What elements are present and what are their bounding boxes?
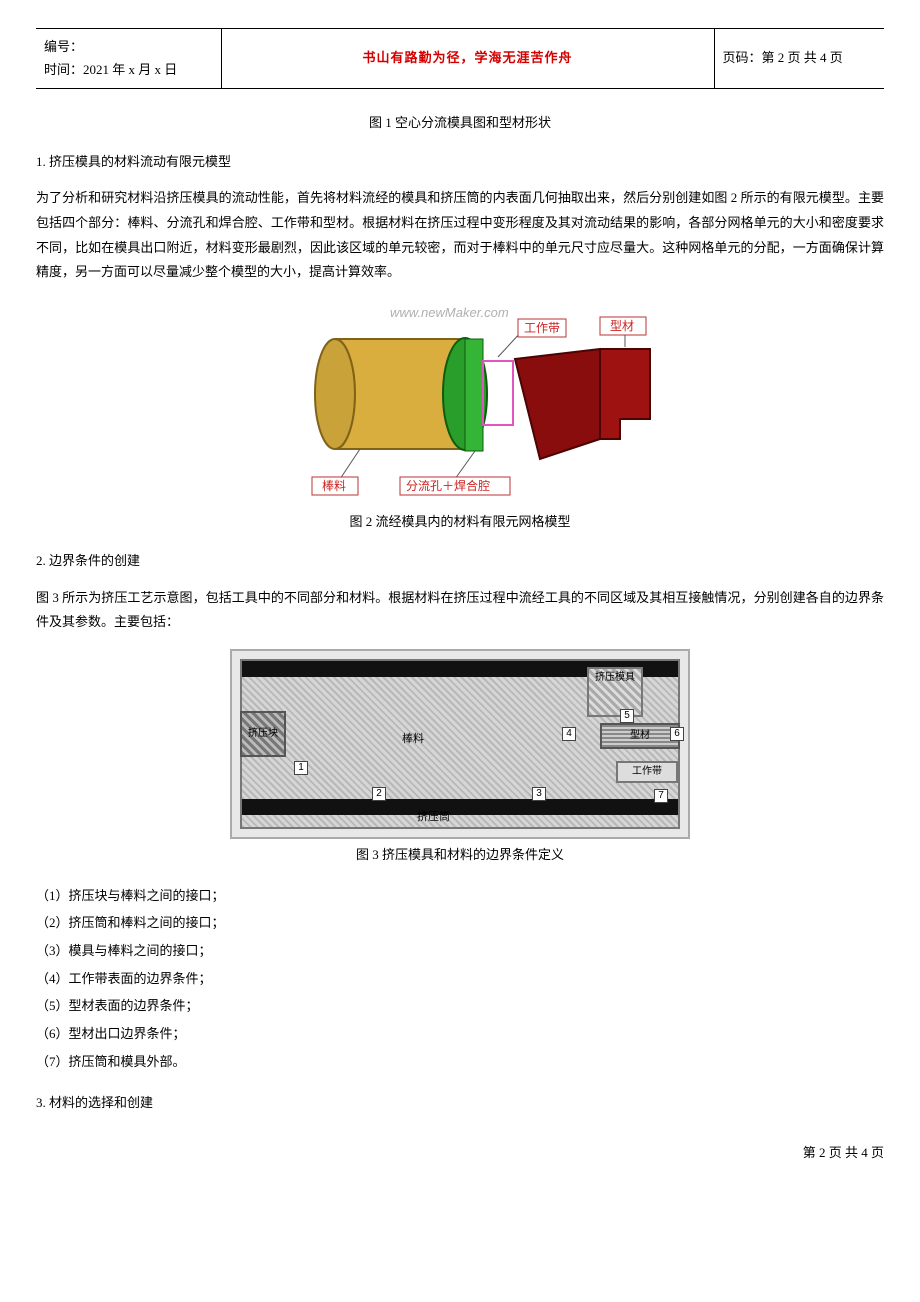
- fig2-label-porthole: 分流孔＋焊合腔: [406, 478, 490, 493]
- leader-line-icon: [340, 449, 360, 479]
- fig3-container-label: 挤压筒: [417, 809, 450, 827]
- figure-2-wrap: www.newMaker.com 工作带 型材 棒料 分流孔＋焊合腔: [36, 299, 884, 506]
- figure-3-wrap: www.newMaker.com 挤压块 棒料 挤压模具 型材 工作带 挤压筒 …: [36, 649, 884, 839]
- doc-number-label: 编号：: [44, 35, 213, 58]
- fig3-profile-label: 型材: [630, 728, 650, 744]
- page-footer: 第 2 页 共 4 页: [36, 1143, 884, 1164]
- fig3-workband-label: 工作带: [632, 764, 662, 780]
- figure-2-svg: www.newMaker.com 工作带 型材 棒料 分流孔＋焊合腔: [240, 299, 680, 499]
- figure-3-diagram: www.newMaker.com 挤压块 棒料 挤压模具 型材 工作带 挤压筒 …: [230, 649, 690, 839]
- press-block-icon: 挤压块: [240, 711, 286, 757]
- header-page-label: 页码：第 2 页 共 4 页: [714, 29, 884, 89]
- figure-2-caption: 图 2 流经模具内的材料有限元网格模型: [36, 512, 884, 533]
- figure-1-caption: 图 1 空心分流模具图和型材形状: [36, 113, 884, 134]
- fig3-num-6: 6: [670, 727, 684, 741]
- section-2-title: 2. 边界条件的创建: [36, 551, 884, 572]
- container-bottom-icon: [242, 799, 678, 815]
- fig2-label-workband: 工作带: [524, 321, 560, 335]
- list-item-2: （2）挤压筒和棒料之间的接口；: [36, 911, 884, 936]
- workband-block-icon: 工作带: [616, 761, 678, 783]
- profile-block-icon: 型材: [600, 723, 680, 749]
- figure-3-caption: 图 3 挤压模具和材料的边界条件定义: [36, 845, 884, 866]
- fig3-num-7: 7: [654, 789, 668, 803]
- header-motto: 书山有路勤为径，学海无涯苦作舟: [221, 29, 714, 89]
- leader-line-icon: [455, 451, 475, 479]
- section-3-title: 3. 材料的选择和创建: [36, 1093, 884, 1114]
- list-item-3: （3）模具与棒料之间的接口；: [36, 939, 884, 964]
- fig3-press-label: 挤压块: [248, 726, 278, 742]
- figure-2-watermark: www.newMaker.com: [390, 305, 509, 320]
- fig2-label-billet: 棒料: [322, 479, 346, 493]
- list-item-1: （1）挤压块与棒料之间的接口；: [36, 884, 884, 909]
- fig3-num-1: 1: [294, 761, 308, 775]
- die-block-icon: 挤压模具: [587, 667, 643, 717]
- section-2-paragraph: 图 3 所示为挤压工艺示意图，包括工具中的不同部分和材料。根据材料在挤压过程中流…: [36, 586, 884, 635]
- section-1-title: 1. 挤压模具的材料流动有限元模型: [36, 152, 884, 173]
- section-1-paragraph: 为了分析和研究材料沿挤压模具的流动性能，首先将材料流经的模具和挤压筒的内表面几何…: [36, 186, 884, 285]
- fig3-num-4: 4: [562, 727, 576, 741]
- list-item-4: （4）工作带表面的边界条件；: [36, 967, 884, 992]
- list-item-5: （5）型材表面的边界条件；: [36, 994, 884, 1019]
- doc-time-line: 时间：2021 年 x 月 x 日: [44, 58, 213, 81]
- fig3-die-label: 挤压模具: [595, 672, 635, 683]
- header-left-cell: 编号： 时间：2021 年 x 月 x 日: [36, 29, 221, 89]
- profile-extrude-icon: [600, 349, 650, 439]
- header-table: 编号： 时间：2021 年 x 月 x 日 书山有路勤为径，学海无涯苦作舟 页码…: [36, 28, 884, 89]
- fig3-billet-label: 棒料: [402, 731, 424, 749]
- list-item-6: （6）型材出口边界条件；: [36, 1022, 884, 1047]
- fig3-num-3: 3: [532, 787, 546, 801]
- profile-shape-icon: [515, 349, 600, 459]
- fig3-num-2: 2: [372, 787, 386, 801]
- fig2-label-profile: 型材: [610, 319, 634, 333]
- list-item-7: （7）挤压筒和模具外部。: [36, 1050, 884, 1075]
- figure-3-inner: 挤压块 棒料 挤压模具 型材 工作带 挤压筒 1 2 3 4 5 6 7: [240, 659, 680, 829]
- fig3-num-5: 5: [620, 709, 634, 723]
- porthole-body-icon: [465, 339, 483, 451]
